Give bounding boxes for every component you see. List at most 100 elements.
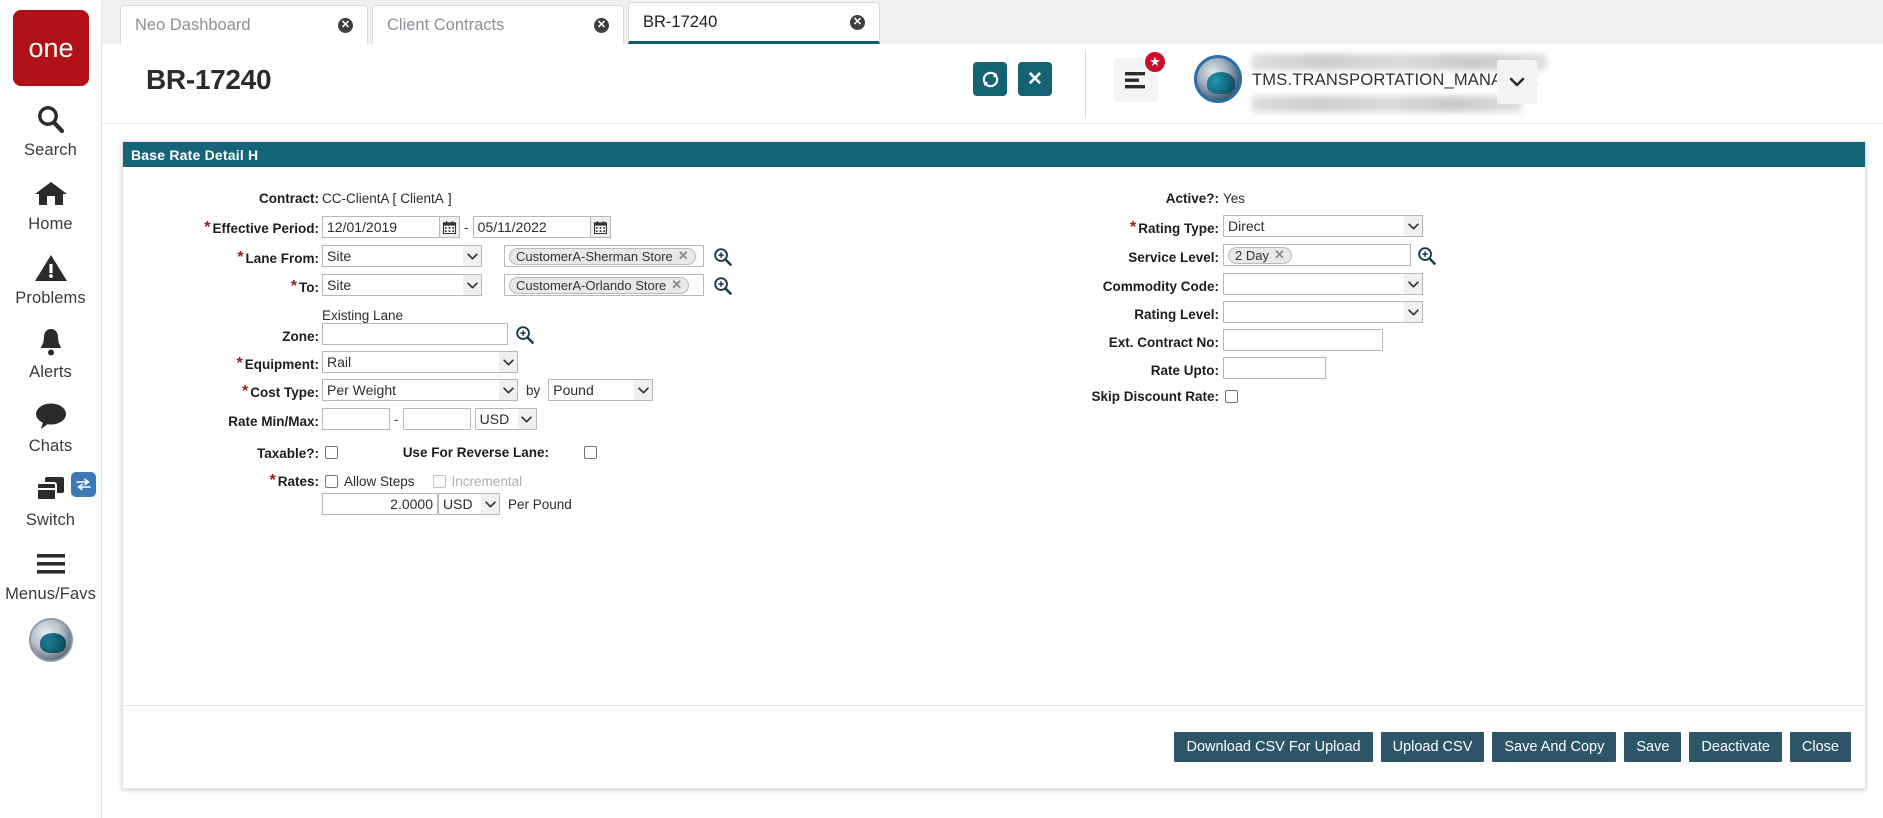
rate-currency-select-wrap[interactable]: USD: [474, 408, 537, 430]
lane-from-row: Site CustomerA-Sherman Store ✕: [322, 245, 732, 267]
sidebar-avatar[interactable]: [28, 618, 73, 662]
rating-level-label-row: Rating Level:: [953, 303, 1219, 325]
cost-type-select[interactable]: Per Weight: [322, 379, 518, 401]
sidebar-item-menus-favs[interactable]: Menus/Favs: [0, 544, 102, 604]
rate-amount-currency-select-wrap[interactable]: USD: [438, 493, 500, 515]
lane-from-search-icon[interactable]: [713, 247, 732, 266]
close-icon[interactable]: ✕: [671, 277, 682, 293]
commodity-code-select[interactable]: [1223, 273, 1423, 295]
cost-type-by-select[interactable]: Pound: [548, 379, 654, 401]
cost-type-label-row: * Cost Type:: [123, 381, 319, 403]
existing-lane-link[interactable]: Existing Lane: [322, 308, 403, 323]
sidebar-label: Alerts: [29, 363, 72, 381]
lane-from-type-select-wrap[interactable]: Site: [322, 245, 482, 267]
lane-from-chip[interactable]: CustomerA-Sherman Store ✕: [509, 247, 696, 265]
rating-type-row: Direct: [1223, 215, 1423, 237]
sidebar-item-chats[interactable]: Chats: [0, 396, 102, 456]
contract-value-suffix: ]: [447, 190, 452, 206]
upload-csv-button[interactable]: Upload CSV: [1380, 732, 1485, 762]
service-level-label: Service Level:: [1128, 249, 1219, 265]
taxable-checkbox[interactable]: [325, 445, 338, 459]
close-icon[interactable]: ✕: [850, 14, 865, 30]
cost-type-select-wrap[interactable]: Per Weight: [322, 379, 518, 401]
required-asterisk: *: [1130, 219, 1137, 236]
allow-steps-checkbox[interactable]: [325, 474, 338, 488]
zone-search-icon[interactable]: [515, 325, 534, 344]
lane-to-chip-box[interactable]: CustomerA-Orlando Store ✕: [504, 274, 704, 296]
close-icon[interactable]: ✕: [1274, 247, 1285, 263]
tab-neo-dashboard[interactable]: Neo Dashboard ✕: [120, 5, 368, 44]
commodity-code-label-row: Commodity Code:: [953, 275, 1219, 297]
close-button[interactable]: ✕: [1018, 62, 1052, 96]
commodity-code-select-wrap[interactable]: [1223, 273, 1423, 295]
rate-max-input[interactable]: [402, 408, 471, 430]
save-and-copy-button[interactable]: Save And Copy: [1492, 732, 1617, 762]
equipment-select[interactable]: Rail: [322, 351, 518, 373]
calendar-icon-from[interactable]: [440, 216, 460, 238]
swap-arrows-icon[interactable]: [70, 472, 96, 497]
tab-label: Neo Dashboard: [135, 15, 251, 34]
calendar-icon-to[interactable]: [590, 216, 611, 238]
tab-label: BR-17240: [643, 12, 718, 31]
lane-to-type-select-wrap[interactable]: Site: [322, 274, 482, 296]
brand-logo[interactable]: one: [12, 10, 89, 86]
close-icon[interactable]: ✕: [338, 17, 353, 33]
close-icon[interactable]: ✕: [678, 248, 689, 264]
tab-br-17240[interactable]: BR-17240 ✕: [628, 2, 880, 44]
contract-client-link[interactable]: ClientA: [400, 191, 444, 206]
sidebar-item-search[interactable]: Search: [0, 100, 102, 160]
zone-input[interactable]: [322, 323, 508, 345]
taxable-row: [325, 441, 338, 463]
effective-period-to-input[interactable]: [472, 216, 591, 238]
ext-contract-no-label-row: Ext. Contract No:: [953, 331, 1219, 353]
skip-discount-rate-checkbox[interactable]: [1225, 389, 1238, 403]
sidebar-item-switch[interactable]: Switch: [0, 470, 102, 530]
lane-to-chip[interactable]: CustomerA-Orlando Store ✕: [509, 276, 690, 294]
lane-to-search-icon[interactable]: [713, 276, 732, 295]
rate-min-input[interactable]: [322, 408, 390, 430]
contract-label-row: Contract:: [123, 187, 319, 209]
rating-level-select-wrap[interactable]: [1223, 301, 1423, 323]
service-level-chip-box[interactable]: 2 Day ✕: [1223, 244, 1411, 266]
rate-amount-currency-select[interactable]: USD: [438, 493, 500, 515]
required-asterisk: *: [237, 249, 244, 266]
effective-period-from-input[interactable]: [322, 216, 440, 238]
refresh-button[interactable]: [973, 62, 1007, 96]
rate-amount-input[interactable]: [322, 493, 438, 515]
rating-type-select-wrap[interactable]: Direct: [1223, 215, 1423, 237]
refresh-icon: [982, 71, 998, 87]
save-button[interactable]: Save: [1624, 732, 1682, 762]
use-reverse-lane-checkbox[interactable]: [584, 445, 597, 459]
deactivate-button[interactable]: Deactivate: [1689, 732, 1782, 762]
user-menu-dropdown[interactable]: [1497, 60, 1537, 104]
rate-upto-input[interactable]: [1223, 357, 1326, 379]
rating-level-select[interactable]: [1223, 301, 1423, 323]
lane-from-chip-box[interactable]: CustomerA-Sherman Store ✕: [504, 245, 704, 267]
lane-from-label: Lane From:: [245, 250, 319, 266]
lane-to-type-select[interactable]: Site: [322, 274, 482, 296]
service-level-chip[interactable]: 2 Day ✕: [1228, 246, 1292, 264]
rate-currency-select[interactable]: USD: [474, 408, 537, 430]
sidebar-item-alerts[interactable]: Alerts: [0, 322, 102, 382]
tab-client-contracts[interactable]: Client Contracts ✕: [372, 5, 624, 44]
ext-contract-no-input[interactable]: [1223, 329, 1383, 351]
equipment-select-wrap[interactable]: Rail: [322, 351, 518, 373]
rating-type-select[interactable]: Direct: [1223, 215, 1423, 237]
skip-discount-rate-label: Skip Discount Rate:: [1091, 388, 1219, 404]
star-badge-icon: ★: [1143, 50, 1167, 74]
sidebar-label: Search: [24, 141, 77, 159]
close-icon[interactable]: ✕: [594, 17, 609, 33]
active-value: Yes: [1223, 190, 1246, 206]
use-reverse-lane-label: Use For Reverse Lane:: [402, 444, 549, 460]
lane-from-type-select[interactable]: Site: [322, 245, 482, 267]
chevron-down-icon: [1509, 77, 1525, 87]
close-button[interactable]: Close: [1789, 732, 1851, 762]
rating-type-label-row: * Rating Type:: [953, 217, 1219, 239]
base-rate-detail-card: Base Rate Detail H Contract: CC-ClientA …: [122, 141, 1866, 789]
service-level-search-icon[interactable]: [1417, 246, 1436, 265]
cost-type-by-select-wrap[interactable]: Pound: [548, 379, 654, 401]
sidebar-item-problems[interactable]: Problems: [0, 248, 102, 308]
download-csv-for-upload-button[interactable]: Download CSV For Upload: [1174, 732, 1373, 762]
sidebar-item-home[interactable]: Home: [0, 174, 102, 234]
avatar[interactable]: [1194, 55, 1242, 103]
